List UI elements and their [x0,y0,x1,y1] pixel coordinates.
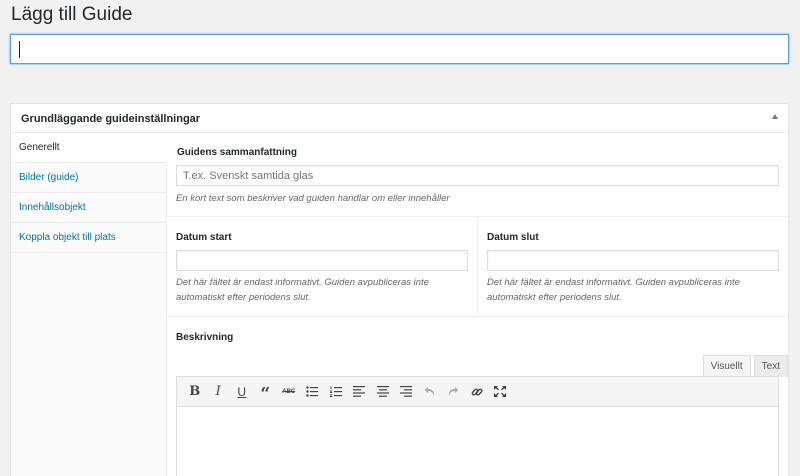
date-start-column: Datum start Det här fältet är endast inf… [167,217,478,317]
tab-generellt[interactable]: Generellt [11,133,167,163]
dates-section: Datum start Det här fältet är endast inf… [167,217,788,317]
metabox-title: Grundläggande guideinställningar [21,113,201,125]
tab-bilder-guide[interactable]: Bilder (guide) [11,163,166,193]
summary-description: En kort text som beskriver vad guiden ha… [176,193,450,204]
summary-label: Guidens sammanfattning [177,147,298,158]
strikethrough-icon[interactable]: ABC [277,382,301,402]
underline-icon[interactable]: U [230,382,254,402]
link-icon[interactable] [465,382,489,402]
blockquote-icon[interactable]: “ [254,382,278,404]
description-editor-area[interactable] [176,407,779,476]
fullscreen-icon[interactable] [489,382,513,402]
align-right-icon[interactable] [395,382,419,402]
text-cursor [19,41,20,58]
redo-icon[interactable] [442,382,466,402]
metabox-header[interactable]: Grundläggande guideinställningar [11,104,788,133]
tab-text[interactable]: Text [753,355,788,377]
date-end-column: Datum slut Det här fältet är endast info… [478,217,789,317]
bold-icon[interactable]: B [183,382,207,402]
date-start-input[interactable] [176,250,468,271]
editor-toolbar: B I U “ ABC [176,376,779,407]
summary-input[interactable] [176,165,779,186]
date-start-description: Det här fältet är endast informativt. Gu… [176,277,429,303]
title-input[interactable] [10,34,789,64]
tab-innehallsobjekt[interactable]: Innehållsobjekt [11,193,166,223]
collapse-arrow-icon[interactable] [772,114,778,119]
date-start-label: Datum start [176,232,232,243]
settings-metabox: Grundläggande guideinställningar Generel… [10,103,789,476]
numbered-list-icon[interactable] [324,382,348,402]
settings-tabs: Generellt Bilder (guide) Innehållsobjekt… [11,133,167,476]
tab-koppla-objekt[interactable]: Koppla objekt till plats [11,223,166,253]
italic-icon[interactable]: I [207,382,231,402]
align-left-icon[interactable] [348,382,372,402]
description-label: Beskrivning [176,332,234,343]
tab-visual[interactable]: Visuellt [702,355,751,377]
description-editor-section: Beskrivning Visuellt Text B I U “ ABC [167,317,788,476]
align-center-icon[interactable] [371,382,395,402]
tab-content: Guidens sammanfattning En kort text som … [167,133,788,476]
page-title: Lägg till Guide [11,4,133,25]
date-end-input[interactable] [487,250,779,271]
date-end-label: Datum slut [487,232,539,243]
editor-mode-tabs: Visuellt Text [700,355,788,377]
undo-icon[interactable] [418,382,442,402]
date-end-description: Det här fältet är endast informativt. Gu… [487,277,740,303]
summary-section: Guidens sammanfattning En kort text som … [167,133,788,217]
bullet-list-icon[interactable] [301,382,325,402]
